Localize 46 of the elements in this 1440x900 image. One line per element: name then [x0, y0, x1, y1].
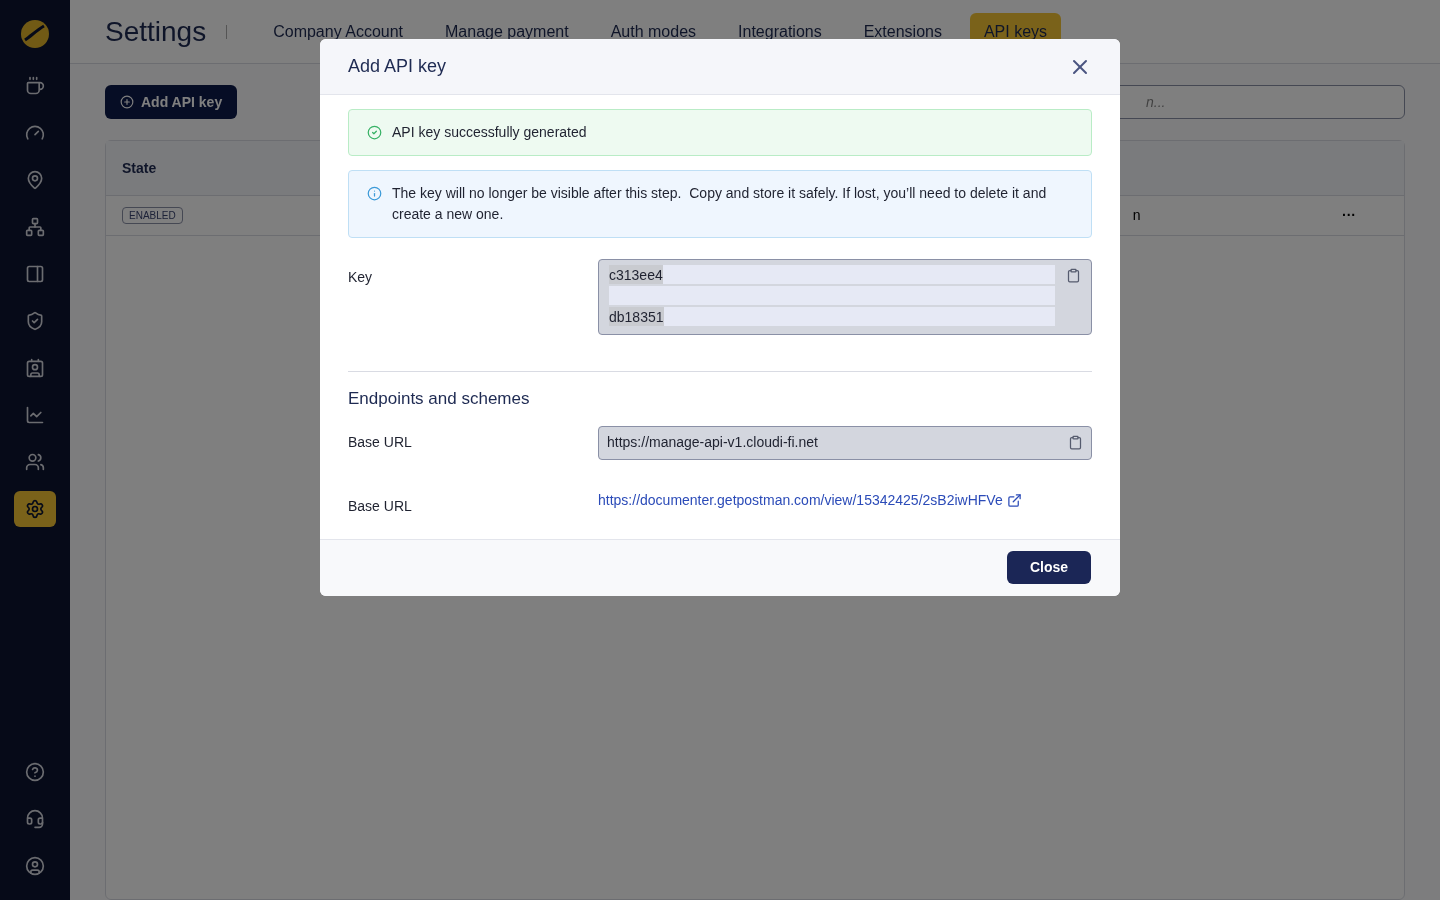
section-title: Endpoints and schemes — [348, 388, 531, 410]
documentation-link[interactable]: https://documenter.getpostman.com/view/15342425/2sB2iwHFVe — [598, 489, 1022, 511]
user-circle-icon — [25, 856, 45, 876]
field-value: https://manage-api-v1.cloudi-fi.net — [607, 433, 818, 452]
column-header: State — [122, 158, 157, 178]
gauge-icon — [25, 123, 45, 143]
tab[interactable]: Integrations — [724, 12, 836, 51]
help-icon — [25, 762, 45, 782]
status-badge: ENABLED — [122, 207, 183, 224]
dialog-title: Add API key — [348, 55, 447, 78]
field-label: Base URL — [348, 433, 413, 452]
field-label: Base URL — [348, 496, 413, 516]
panel-icon — [25, 264, 45, 284]
plus-circle-icon — [120, 95, 134, 109]
tab[interactable]: Manage payment — [431, 12, 583, 51]
external-link-icon — [1006, 492, 1022, 508]
clipboard-icon[interactable] — [1068, 435, 1083, 450]
settings-icon — [25, 499, 45, 519]
clipboard-icon[interactable] — [1066, 268, 1081, 283]
field-label: Key — [348, 268, 374, 287]
cup-icon — [25, 76, 45, 96]
close-button[interactable]: Close — [1006, 551, 1091, 584]
tab[interactable]: Company Account — [259, 12, 418, 51]
alert-text: API key successfully generated — [392, 123, 587, 142]
line-chart-icon — [25, 405, 45, 425]
add-api-key-button[interactable]: Add API key — [105, 85, 238, 119]
base-url-field[interactable]: https://manage-api-v1.cloudi-fi.net — [598, 425, 1092, 460]
key-text: db18351 — [609, 307, 664, 326]
users-icon — [25, 452, 45, 472]
check-circle-icon — [367, 125, 382, 140]
table-cell-text: n — [1132, 206, 1141, 225]
tab[interactable]: Extensions — [849, 12, 956, 51]
map-pin-icon — [25, 170, 45, 190]
row-menu-button[interactable]: ··· — [1342, 205, 1356, 226]
key-field[interactable]: c313ee4 db18351 — [598, 259, 1092, 335]
headset-icon — [25, 809, 45, 829]
network-icon — [25, 217, 45, 237]
key-text: c313ee4 — [609, 265, 663, 284]
info-icon — [367, 186, 382, 201]
shield-check-icon — [25, 311, 45, 331]
alert-text: The key will no longer be visible after this step. Copy and store it safely. If lost, you’ll need to delete it and create a new one. — [392, 184, 1048, 224]
logo-icon — [19, 18, 51, 50]
tab[interactable]: Auth modes — [596, 12, 711, 51]
page-title: Settings — [105, 14, 207, 49]
sidebar-item[interactable] — [14, 491, 56, 527]
id-card-icon — [25, 358, 45, 378]
